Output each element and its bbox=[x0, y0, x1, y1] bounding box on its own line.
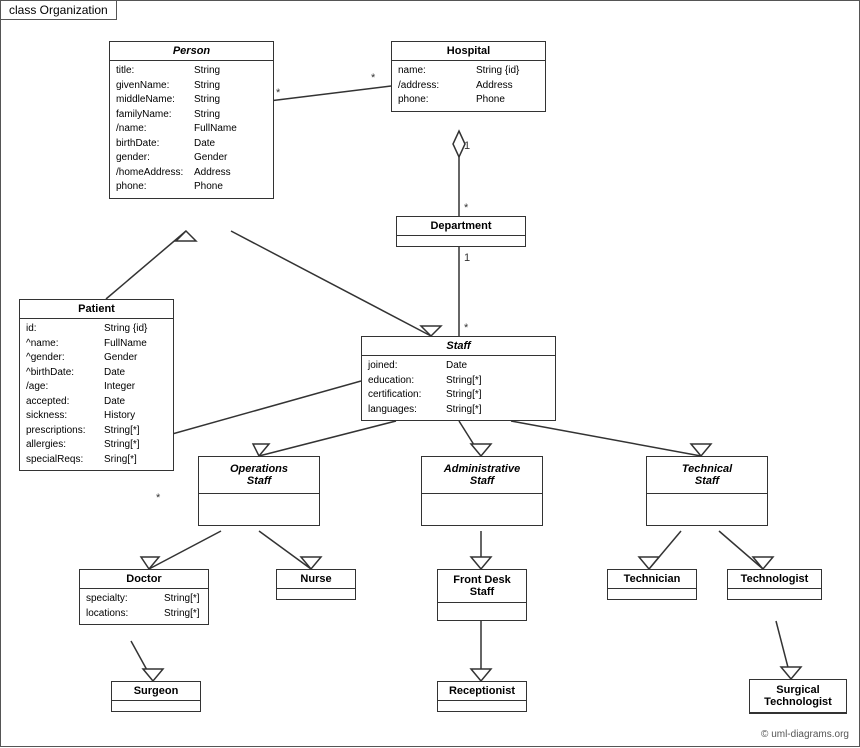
technical-staff-name: TechnicalStaff bbox=[647, 457, 767, 494]
svg-text:*: * bbox=[371, 72, 376, 84]
patient-class-name: Patient bbox=[20, 300, 173, 319]
technical-staff-class: TechnicalStaff bbox=[646, 456, 768, 526]
hospital-class: Hospital name:String {id} /address:Addre… bbox=[391, 41, 546, 112]
diagram-container: class Organization * * 1 * 1 * * * bbox=[0, 0, 860, 747]
department-class-name: Department bbox=[397, 217, 525, 236]
doctor-class: Doctor specialty:String[*] locations:Str… bbox=[79, 569, 209, 625]
svg-text:*: * bbox=[464, 202, 469, 214]
staff-class-name: Staff bbox=[362, 337, 555, 356]
technician-class-name: Technician bbox=[608, 570, 696, 589]
staff-class: Staff joined:Date education:String[*] ce… bbox=[361, 336, 556, 421]
diagram-title: class Organization bbox=[1, 1, 117, 20]
person-class-name: Person bbox=[110, 42, 273, 61]
receptionist-class: Receptionist bbox=[437, 681, 527, 712]
hospital-class-name: Hospital bbox=[392, 42, 545, 61]
department-attrs bbox=[397, 236, 525, 246]
front-desk-staff-class: Front DeskStaff bbox=[437, 569, 527, 621]
patient-class: Patient id:String {id} ^name:FullName ^g… bbox=[19, 299, 174, 471]
doctor-attrs: specialty:String[*] locations:String[*] bbox=[80, 589, 208, 624]
copyright-text: © uml-diagrams.org bbox=[761, 729, 849, 740]
hospital-attrs: name:String {id} /address:Address phone:… bbox=[392, 61, 545, 111]
administrative-staff-class: AdministrativeStaff bbox=[421, 456, 543, 526]
technologist-class: Technologist bbox=[727, 569, 822, 600]
receptionist-class-name: Receptionist bbox=[438, 682, 526, 701]
staff-attrs: joined:Date education:String[*] certific… bbox=[362, 356, 555, 420]
technologist-class-name: Technologist bbox=[728, 570, 821, 589]
svg-text:*: * bbox=[276, 87, 281, 99]
svg-text:*: * bbox=[464, 322, 469, 334]
surgical-technologist-name: SurgicalTechnologist bbox=[750, 680, 846, 713]
operations-staff-class: OperationsStaff bbox=[198, 456, 320, 526]
surgeon-class-name: Surgeon bbox=[112, 682, 200, 701]
svg-text:*: * bbox=[156, 492, 161, 504]
nurse-class: Nurse bbox=[276, 569, 356, 600]
doctor-class-name: Doctor bbox=[80, 570, 208, 589]
svg-text:1: 1 bbox=[464, 140, 470, 152]
nurse-class-name: Nurse bbox=[277, 570, 355, 589]
surgical-technologist-class: SurgicalTechnologist bbox=[749, 679, 847, 714]
operations-staff-name: OperationsStaff bbox=[199, 457, 319, 494]
patient-attrs: id:String {id} ^name:FullName ^gender:Ge… bbox=[20, 319, 173, 470]
surgeon-class: Surgeon bbox=[111, 681, 201, 712]
person-attrs: title:String givenName:String middleName… bbox=[110, 61, 273, 198]
department-class: Department bbox=[396, 216, 526, 247]
svg-text:1: 1 bbox=[464, 252, 470, 264]
person-class: Person title:String givenName:String mid… bbox=[109, 41, 274, 199]
administrative-staff-name: AdministrativeStaff bbox=[422, 457, 542, 494]
front-desk-staff-name: Front DeskStaff bbox=[438, 570, 526, 603]
technician-class: Technician bbox=[607, 569, 697, 600]
